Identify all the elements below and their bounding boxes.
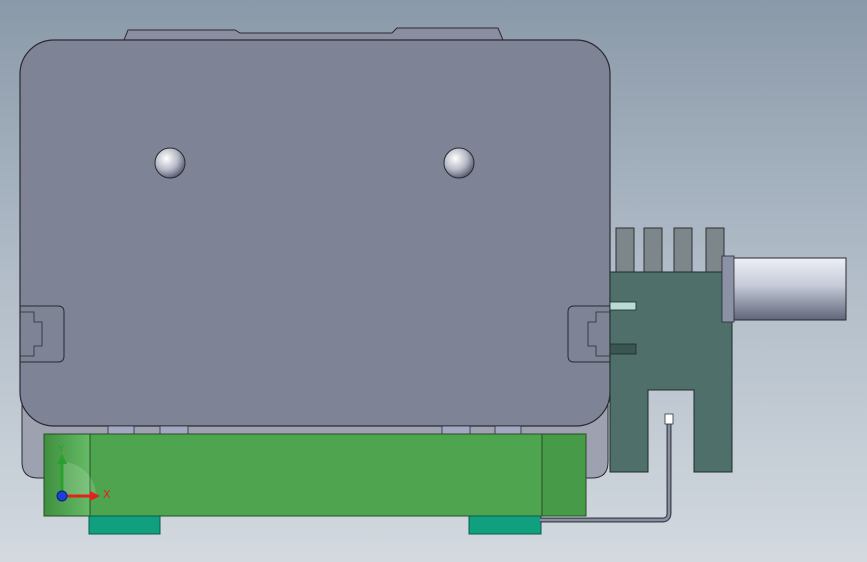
connector-pins[interactable] bbox=[615, 227, 725, 275]
foot-right[interactable] bbox=[468, 515, 542, 535]
triad-y-label: Y bbox=[57, 444, 65, 455]
foot-left[interactable] bbox=[88, 515, 161, 535]
cad-viewport[interactable]: X Y bbox=[0, 0, 867, 562]
base-right-end[interactable] bbox=[541, 433, 587, 517]
mounting-hole-right[interactable] bbox=[443, 147, 475, 179]
base-plate[interactable] bbox=[43, 433, 587, 517]
connector-latch-base[interactable] bbox=[609, 343, 637, 355]
housing-body[interactable] bbox=[19, 39, 611, 427]
model-view[interactable]: X Y bbox=[0, 0, 867, 562]
triad-z-axis bbox=[56, 490, 68, 502]
housing-top-ridge[interactable] bbox=[123, 27, 504, 41]
output-shaft[interactable] bbox=[727, 257, 847, 321]
mounting-hole-left[interactable] bbox=[154, 147, 186, 179]
triad-x-label: X bbox=[103, 488, 111, 501]
connector-latch[interactable] bbox=[609, 301, 637, 311]
